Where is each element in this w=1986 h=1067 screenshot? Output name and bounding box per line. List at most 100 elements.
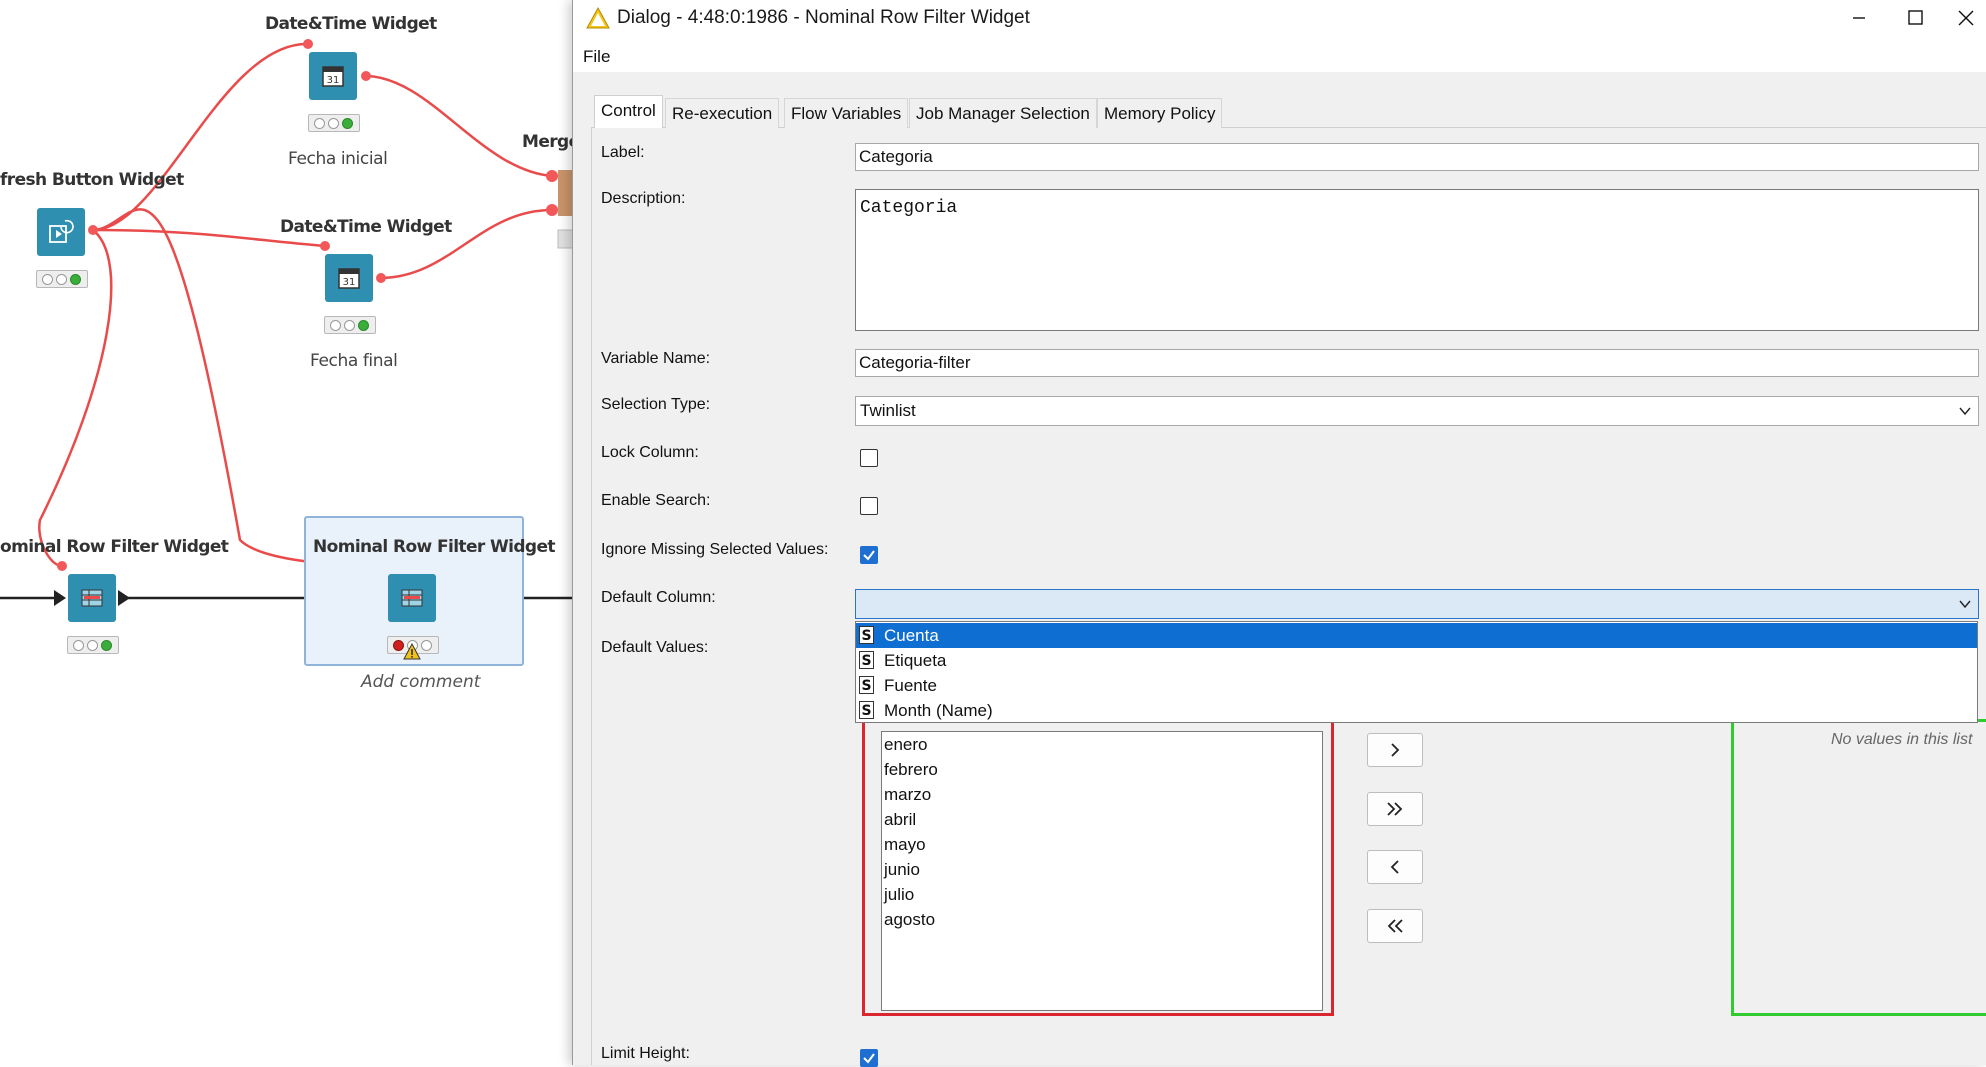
warning-icon [403, 643, 421, 660]
node-status-light [36, 270, 88, 288]
minimize-icon [1853, 17, 1865, 19]
ignore-missing-caption: Ignore Missing Selected Values: [601, 541, 829, 558]
enable-search-checkbox[interactable] [860, 497, 878, 515]
checkmark-icon [863, 550, 875, 561]
node-comment[interactable]: Add comment [361, 672, 480, 692]
lock-column-checkbox[interactable] [860, 449, 878, 467]
list-item[interactable]: agosto [884, 907, 935, 932]
option-label: Fuente [884, 676, 937, 695]
limit-height-caption: Limit Height: [601, 1045, 690, 1062]
node-title: Nominal Row Filter Widget [313, 537, 556, 557]
default-column-caption: Default Column: [601, 589, 716, 606]
maximize-icon [1908, 10, 1923, 25]
option-label: Month (Name) [884, 701, 993, 720]
chevron-right-icon [1391, 743, 1400, 757]
refresh-button-icon [49, 219, 74, 243]
title-bar[interactable]: Dialog - 4:48:0:1986 - Nominal Row Filte… [573, 0, 1986, 36]
string-type-icon: S [859, 701, 874, 719]
variable-name-field[interactable]: Categoria-filter [855, 349, 1979, 377]
node-status-light [67, 636, 119, 654]
tab-control[interactable]: Control [594, 95, 663, 129]
nominal-row-filter-node[interactable] [68, 574, 116, 622]
add-button[interactable] [1367, 733, 1423, 767]
dropdown-option[interactable]: S Cuenta [856, 623, 1977, 648]
lock-column-caption: Lock Column: [601, 444, 699, 461]
default-values-caption: Default Values: [601, 639, 709, 656]
empty-list-message: No values in this list [1831, 731, 1973, 748]
label-caption: Label: [601, 144, 645, 161]
selection-type-value: Twinlist [860, 401, 916, 420]
node-title: ominal Row Filter Widget [0, 537, 229, 557]
chevron-down-icon [1959, 600, 1971, 609]
list-item[interactable]: julio [884, 882, 914, 907]
window-title: Dialog - 4:48:0:1986 - Nominal Row Filte… [617, 7, 1030, 28]
tab-memory-policy[interactable]: Memory Policy [1097, 98, 1223, 129]
row-filter-icon [81, 589, 103, 607]
selection-type-caption: Selection Type: [601, 396, 711, 413]
dropdown-option[interactable]: S Month (Name) [856, 698, 1977, 723]
add-all-button[interactable] [1367, 792, 1423, 826]
calendar-icon: 31 [322, 66, 344, 87]
string-type-icon: S [859, 626, 874, 644]
limit-height-checkbox[interactable] [860, 1049, 878, 1067]
dropdown-option[interactable]: S Etiqueta [856, 648, 1977, 673]
nominal-row-filter-node[interactable] [388, 574, 436, 622]
chevron-left-icon [1390, 860, 1399, 874]
option-label: Etiqueta [884, 651, 947, 670]
chevron-down-icon [1959, 407, 1971, 416]
description-caption: Description: [601, 190, 686, 207]
menu-file[interactable]: File [583, 47, 610, 67]
list-item[interactable]: febrero [884, 757, 938, 782]
selection-type-dropdown[interactable]: Twinlist [855, 396, 1979, 426]
minimize-button[interactable] [1831, 0, 1887, 36]
double-chevron-right-icon [1387, 802, 1403, 816]
node-label: Fecha inicial [288, 149, 388, 169]
description-textarea[interactable]: Categoria [855, 189, 1979, 331]
string-type-icon: S [859, 676, 874, 694]
node-title: Merge [522, 132, 580, 152]
close-button[interactable] [1943, 0, 1986, 36]
remove-all-button[interactable] [1367, 909, 1423, 943]
node-title: Date&Time Widget [265, 14, 437, 34]
calendar-icon: 31 [338, 268, 360, 289]
menu-bar [573, 36, 1986, 72]
maximize-button[interactable] [1887, 0, 1943, 36]
remove-button[interactable] [1367, 850, 1423, 884]
node-title: fresh Button Widget [0, 170, 184, 190]
list-item[interactable]: marzo [884, 782, 931, 807]
tab-job-manager-selection[interactable]: Job Manager Selection [909, 98, 1097, 129]
tab-re-execution[interactable]: Re-execution [665, 98, 780, 129]
list-item[interactable]: junio [884, 857, 920, 882]
workflow-canvas[interactable]: Date&Time Widget 31 Fecha inicial fresh … [0, 0, 580, 1065]
node-status-light [308, 114, 360, 132]
warning-icon [586, 7, 610, 29]
ignore-missing-checkbox[interactable] [860, 546, 878, 564]
default-column-options-popup[interactable]: S Cuenta S Etiqueta S Fuente S Month (Na… [855, 621, 1978, 723]
tab-flow-variables[interactable]: Flow Variables [784, 98, 909, 129]
node-label: Fecha final [310, 351, 398, 371]
label-field[interactable]: Categoria [855, 143, 1979, 171]
selected-values-list[interactable] [1731, 719, 1986, 1016]
node-status-light [324, 316, 376, 334]
default-column-dropdown[interactable] [855, 589, 1979, 619]
option-label: Cuenta [884, 626, 939, 645]
enable-search-caption: Enable Search: [601, 492, 711, 509]
double-chevron-left-icon [1387, 919, 1403, 933]
dropdown-option[interactable]: S Fuente [856, 673, 1977, 698]
list-item[interactable]: enero [884, 732, 927, 757]
node-dialog-window: Dialog - 4:48:0:1986 - Nominal Row Filte… [572, 0, 1986, 1067]
svg-text:31: 31 [343, 277, 356, 288]
refresh-button-widget-node[interactable] [37, 208, 85, 256]
close-icon [1958, 10, 1974, 26]
list-item[interactable]: abril [884, 807, 916, 832]
datetime-widget-node[interactable]: 31 [309, 52, 357, 100]
row-filter-icon [401, 589, 423, 607]
variable-name-caption: Variable Name: [601, 350, 711, 367]
datetime-widget-node[interactable]: 31 [325, 254, 373, 302]
list-item[interactable]: mayo [884, 832, 926, 857]
svg-text:31: 31 [327, 75, 340, 86]
available-values-list[interactable]: enero febrero marzo abril mayo junio jul… [881, 731, 1323, 1011]
node-title: Date&Time Widget [280, 217, 452, 237]
string-type-icon: S [859, 651, 874, 669]
checkmark-icon [863, 1053, 875, 1064]
